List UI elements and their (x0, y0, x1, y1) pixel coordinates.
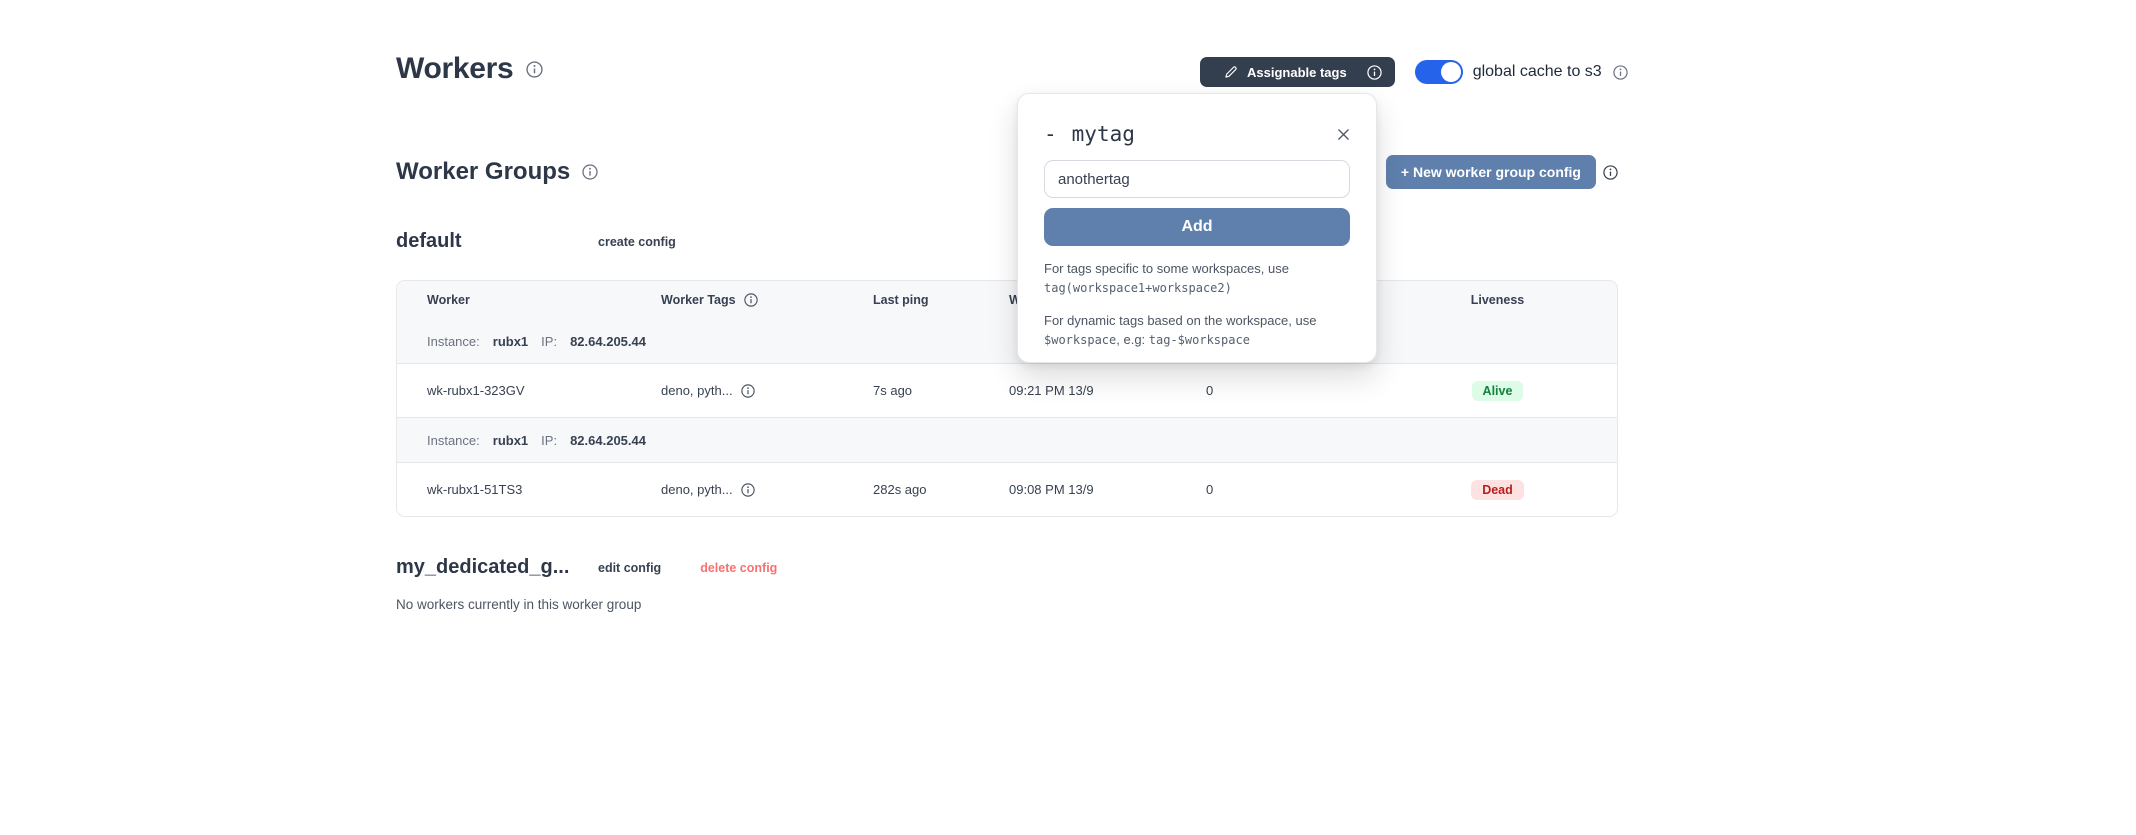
help2-code2: tag-$workspace (1149, 333, 1250, 347)
page-title: Workers (396, 52, 513, 86)
help1-code: tag(workspace1+workspace2) (1044, 281, 1232, 295)
tag-name: mytag (1072, 122, 1135, 146)
tag-bullet: - (1044, 122, 1057, 146)
worker-tags-cell: deno, pyth... (631, 482, 873, 497)
top-right-controls: Assignable tags global cache to s3 (1200, 57, 1628, 87)
edit-config-button[interactable]: edit config (598, 561, 661, 575)
new-config-wrap: + New worker group config (1386, 155, 1618, 189)
ip-label: IP: (541, 433, 557, 448)
worker-groups-header-row: Worker Groups + New worker group config (396, 155, 1618, 189)
assignable-tags-popup: - mytag Add For tags specific to some wo… (1017, 93, 1377, 363)
worker-tags-value: deno, pyth... (661, 482, 733, 497)
worker-row: wk-rubx1-323GV deno, pyth... 7s ago 09:2… (397, 363, 1617, 417)
ip-label: IP: (541, 334, 557, 349)
instance-label: Instance: (427, 334, 480, 349)
workers-table: Worker Worker Tags Last ping Worker star… (396, 280, 1618, 517)
last-ping-value: 7s ago (873, 383, 1009, 398)
new-worker-group-config-button[interactable]: + New worker group config (1386, 155, 1596, 189)
worker-tags-header-label: Worker Tags (661, 293, 736, 307)
close-icon[interactable] (1337, 128, 1350, 141)
empty-group-message: No workers currently in this worker grou… (396, 597, 641, 612)
group-row-dedicated: my_dedicated_g... edit config delete con… (396, 556, 816, 579)
worker-tags-row-info-icon[interactable] (741, 483, 755, 497)
instance-label: Instance: (427, 433, 480, 448)
create-config-button[interactable]: create config (598, 235, 676, 249)
worker-start-value: 09:08 PM 13/9 (1009, 482, 1206, 497)
ip-value: 82.64.205.44 (570, 433, 646, 448)
workspace-tags-help: For tags specific to some workspaces, us… (1044, 259, 1350, 298)
add-tag-button[interactable]: Add (1044, 208, 1350, 246)
workers-info-icon[interactable] (526, 61, 543, 78)
worker-tags-row-info-icon[interactable] (741, 384, 755, 398)
global-cache-info-icon[interactable] (1613, 65, 1628, 80)
status-badge-dead: Dead (1471, 480, 1524, 500)
global-cache-toggle[interactable] (1415, 60, 1463, 84)
worker-tags-value: deno, pyth... (661, 383, 733, 398)
col-header-last-ping: Last ping (873, 293, 1009, 307)
worker-name: wk-rubx1-51TS3 (397, 482, 631, 497)
worker-tags-info-icon[interactable] (744, 293, 758, 307)
group-name-dedicated: my_dedicated_g... (396, 556, 598, 579)
tag-list-row: - mytag (1044, 122, 1350, 146)
delete-config-button[interactable]: delete config (700, 561, 777, 575)
instance-row: Instance: rubx1 IP: 82.64.205.44 (397, 417, 1617, 462)
worker-groups-info-icon[interactable] (582, 164, 598, 180)
worker-row: wk-rubx1-51TS3 deno, pyth... 282s ago 09… (397, 462, 1617, 516)
last-ping-value: 282s ago (873, 482, 1009, 497)
pencil-icon (1224, 65, 1238, 79)
worker-start-value: 09:21 PM 13/9 (1009, 383, 1206, 398)
liveness-cell: Alive (1376, 381, 1618, 401)
new-tag-input[interactable] (1044, 160, 1350, 198)
new-config-info-icon[interactable] (1603, 165, 1618, 180)
workers-page: Workers Assignable tags global cache to … (0, 0, 2136, 835)
toggle-knob (1441, 62, 1461, 82)
jobs-value: 0 (1206, 383, 1376, 398)
worker-groups-heading: Worker Groups (396, 158, 570, 186)
instance-name: rubx1 (493, 334, 528, 349)
dynamic-tags-help: For dynamic tags based on the workspace,… (1044, 311, 1350, 350)
instance-name: rubx1 (493, 433, 528, 448)
help2-mid: , e.g: (1116, 332, 1149, 347)
assignable-tags-info-icon (1367, 65, 1382, 80)
help1-text: For tags specific to some workspaces, us… (1044, 261, 1289, 276)
global-cache-label: global cache to s3 (1473, 63, 1602, 81)
help2-code1: $workspace (1044, 333, 1116, 347)
col-header-worker-tags: Worker Tags (631, 293, 873, 307)
group-name-default: default (396, 230, 598, 253)
instance-row: Instance: rubx1 IP: 82.64.205.44 (397, 319, 1617, 363)
worker-name: wk-rubx1-323GV (397, 383, 631, 398)
page-header: Workers (396, 52, 543, 86)
worker-tags-cell: deno, pyth... (631, 383, 873, 398)
table-header-row: Worker Worker Tags Last ping Worker star… (397, 281, 1617, 319)
col-header-liveness: Liveness (1376, 293, 1618, 307)
group-row-default: default create config (396, 230, 715, 253)
help2-text: For dynamic tags based on the workspace,… (1044, 313, 1316, 328)
liveness-cell: Dead (1376, 480, 1618, 500)
jobs-value: 0 (1206, 482, 1376, 497)
status-badge-alive: Alive (1472, 381, 1524, 401)
worker-groups-heading-wrap: Worker Groups (396, 158, 598, 186)
assignable-tags-label: Assignable tags (1247, 65, 1347, 80)
assignable-tags-button[interactable]: Assignable tags (1200, 57, 1395, 87)
ip-value: 82.64.205.44 (570, 334, 646, 349)
col-header-worker: Worker (397, 293, 631, 307)
